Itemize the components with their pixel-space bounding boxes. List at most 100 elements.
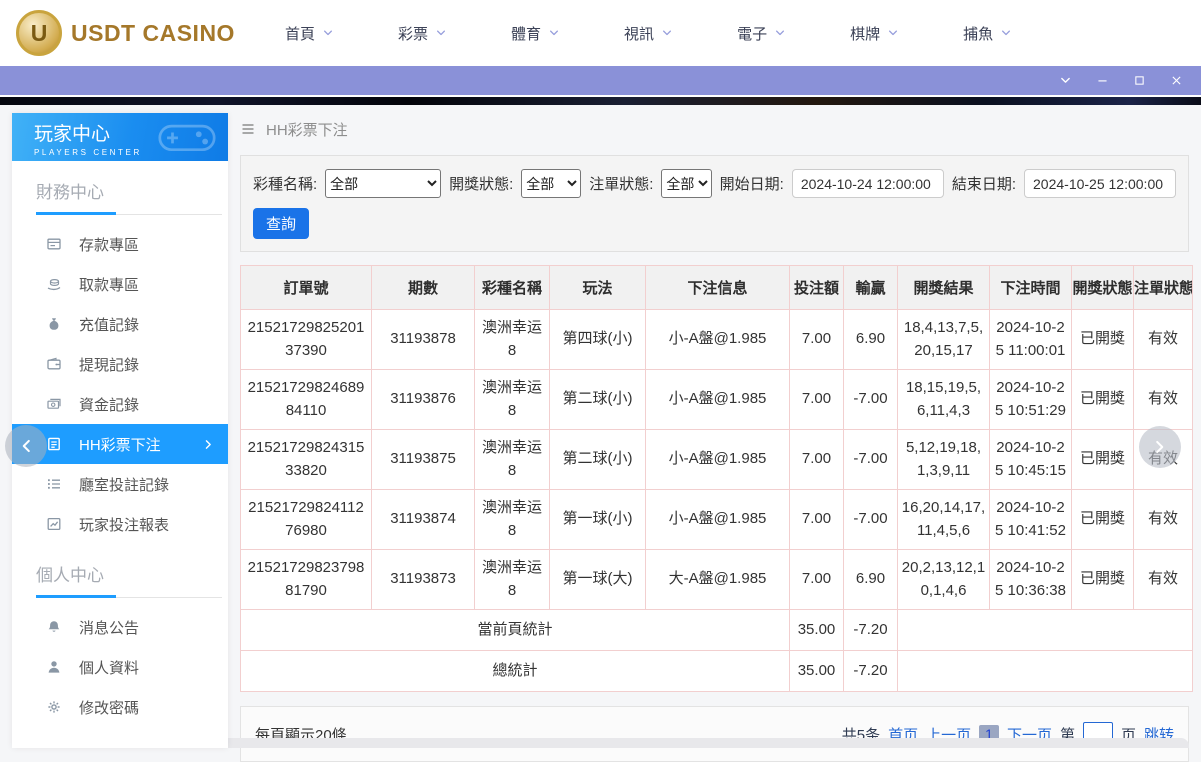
table-cell: 已開獎 bbox=[1071, 489, 1134, 550]
column-header: 期數 bbox=[371, 265, 475, 310]
table-cell: -7.00 bbox=[843, 369, 898, 430]
start-date-input[interactable] bbox=[791, 169, 944, 198]
logo-mark-letter: U bbox=[30, 19, 48, 46]
menu-icon[interactable] bbox=[240, 121, 256, 137]
sidebar-item-announcements[interactable]: 消息公告 bbox=[12, 607, 228, 647]
table-cell: 31193878 bbox=[371, 309, 475, 370]
window-close-button[interactable] bbox=[1158, 66, 1195, 95]
table-cell: 大-A盤@1.985 bbox=[645, 549, 790, 610]
sidebar-item-label: 消息公告 bbox=[79, 619, 140, 637]
nav-item-cards[interactable]: 棋牌 bbox=[850, 23, 899, 44]
summary-label: 當前頁統計 bbox=[240, 609, 790, 651]
sidebar-section: 財務中心 存款專區 取款專區 充值記錄 提現記錄 資金記錄 HH彩票下注 廳室投註記錄 玩家投注… bbox=[12, 161, 228, 544]
table-cell: 31193874 bbox=[371, 489, 475, 550]
sidebar-collapse-button[interactable] bbox=[5, 425, 47, 467]
table-cell: 6.90 bbox=[843, 549, 898, 610]
table-cell: 第二球(小) bbox=[549, 429, 646, 490]
sidebar-item-withdrawal-record[interactable]: 提現記錄 bbox=[12, 344, 228, 384]
table-row[interactable]: 2152172982468984110 31193876 澳洲幸运8 第二球(小) 小-… bbox=[240, 369, 1193, 430]
logo[interactable]: U USDT CASINO bbox=[16, 10, 241, 56]
nav-item-sports[interactable]: 體育 bbox=[511, 23, 560, 44]
chevron-down-icon bbox=[548, 27, 560, 39]
logo-icon: U bbox=[16, 10, 62, 56]
nav-item-home[interactable]: 首頁 bbox=[285, 23, 334, 44]
maximize-icon bbox=[1133, 74, 1146, 87]
panel-expand-button[interactable] bbox=[1139, 426, 1181, 468]
summary-empty bbox=[897, 650, 1193, 692]
sidebar-section-title: 代理中心 bbox=[12, 727, 228, 748]
summary-bet-total: 35.00 bbox=[789, 609, 844, 651]
app-header: U USDT CASINO 首頁 彩票 體育 視訊 電子 棋牌 捕魚 bbox=[0, 0, 1201, 66]
table-cell: 小-A盤@1.985 bbox=[645, 489, 790, 550]
lottery-name-select[interactable]: 全部 bbox=[325, 169, 442, 198]
gamepad-icon bbox=[158, 118, 216, 156]
minimize-icon bbox=[1096, 74, 1109, 87]
funds-icon bbox=[46, 396, 62, 412]
sidebar-item-label: 存款專區 bbox=[79, 236, 140, 254]
table-row[interactable]: 2152172982520137390 31193878 澳洲幸运8 第四球(小) 小-… bbox=[240, 309, 1193, 370]
column-header: 訂單號 bbox=[240, 265, 372, 310]
sidebar-item-label: 充值記錄 bbox=[79, 316, 140, 334]
sidebar-item-recharge-record[interactable]: 充值記錄 bbox=[12, 304, 228, 344]
window-controls bbox=[1047, 66, 1195, 95]
table-row[interactable]: 2152172982379881790 31193873 澳洲幸运8 第一球(大) 大-… bbox=[240, 549, 1193, 610]
nav-item-video[interactable]: 視訊 bbox=[624, 23, 673, 44]
wallet-icon bbox=[46, 356, 62, 372]
room-icon bbox=[46, 476, 62, 492]
banner-strip bbox=[0, 95, 1201, 105]
nav-item-label: 捕魚 bbox=[963, 25, 994, 43]
search-button[interactable]: 查詢 bbox=[253, 208, 309, 239]
nav-item-fishing[interactable]: 捕魚 bbox=[963, 23, 1012, 44]
table-cell: 小-A盤@1.985 bbox=[645, 369, 790, 430]
chevron-down-icon bbox=[661, 27, 673, 39]
nav-item-label: 棋牌 bbox=[850, 25, 881, 43]
summary-row: 總統計 35.00 -7.20 bbox=[240, 650, 1193, 692]
sidebar-item-label: 取款專區 bbox=[79, 276, 140, 294]
table-cell: 7.00 bbox=[789, 309, 844, 370]
column-header: 開獎結果 bbox=[897, 265, 990, 310]
table-cell: 18,4,13,7,5,20,15,17 bbox=[897, 309, 990, 370]
nav-item-slots[interactable]: 電子 bbox=[737, 23, 786, 44]
sidebar-item-label: 玩家投注報表 bbox=[79, 516, 170, 534]
window-dropdown-button[interactable] bbox=[1047, 66, 1084, 95]
table-cell: 澳洲幸运8 bbox=[474, 429, 550, 490]
table-cell: 18,15,19,5,6,11,4,3 bbox=[897, 369, 990, 430]
sidebar-section: 代理中心 bbox=[12, 727, 228, 748]
draw-status-label: 開獎狀態: bbox=[449, 176, 514, 193]
end-date-label: 結束日期: bbox=[951, 176, 1017, 193]
table-cell: 2152172982468984110 bbox=[240, 369, 372, 430]
sidebar-item-player-bet-report[interactable]: 玩家投注報表 bbox=[12, 504, 228, 544]
end-date-input[interactable] bbox=[1024, 169, 1177, 198]
close-icon bbox=[1170, 74, 1183, 87]
table-row[interactable]: 2152172982411276980 31193874 澳洲幸运8 第一球(小) 小-… bbox=[240, 489, 1193, 550]
sidebar-item-deposit[interactable]: 存款專區 bbox=[12, 224, 228, 264]
window-maximize-button[interactable] bbox=[1121, 66, 1158, 95]
recharge-icon bbox=[46, 316, 62, 332]
sidebar-item-funds-record[interactable]: 資金記錄 bbox=[12, 384, 228, 424]
summary-label: 總統計 bbox=[240, 650, 790, 692]
sidebar-item-label: 修改密碼 bbox=[79, 699, 140, 717]
table-cell: 澳洲幸运8 bbox=[474, 309, 550, 370]
table-cell: 澳洲幸运8 bbox=[474, 489, 550, 550]
order-status-select[interactable]: 全部 bbox=[661, 169, 712, 198]
sidebar-item-room-bet-record[interactable]: 廳室投註記錄 bbox=[12, 464, 228, 504]
chevron-down-icon bbox=[1059, 74, 1072, 87]
section-divider bbox=[36, 595, 222, 598]
sidebar-item-withdraw[interactable]: 取款專區 bbox=[12, 264, 228, 304]
chevron-down-icon bbox=[322, 27, 334, 39]
sidebar-item-profile[interactable]: 個人資料 bbox=[12, 647, 228, 687]
start-date-label: 開始日期: bbox=[719, 176, 784, 193]
window-minimize-button[interactable] bbox=[1084, 66, 1121, 95]
table-cell: 2024-10-25 10:41:52 bbox=[989, 489, 1072, 550]
sidebar-item-change-password[interactable]: 修改密碼 bbox=[12, 687, 228, 727]
main-content: HH彩票下注 彩種名稱: 全部 開獎狀態: 全部 注單狀態: 全部 開始日期: … bbox=[240, 105, 1193, 762]
nav-item-lottery[interactable]: 彩票 bbox=[398, 23, 447, 44]
summary-empty bbox=[897, 609, 1193, 651]
chevron-right-icon bbox=[202, 438, 215, 451]
breadcrumb: HH彩票下注 bbox=[240, 120, 1189, 139]
table-row[interactable]: 2152172982431533820 31193875 澳洲幸运8 第二球(小) 小-… bbox=[240, 429, 1193, 490]
table-cell: 2152172982411276980 bbox=[240, 489, 372, 550]
draw-status-select[interactable]: 全部 bbox=[521, 169, 582, 198]
table-cell: 2152172982379881790 bbox=[240, 549, 372, 610]
sidebar-section-title: 財務中心 bbox=[36, 183, 104, 202]
